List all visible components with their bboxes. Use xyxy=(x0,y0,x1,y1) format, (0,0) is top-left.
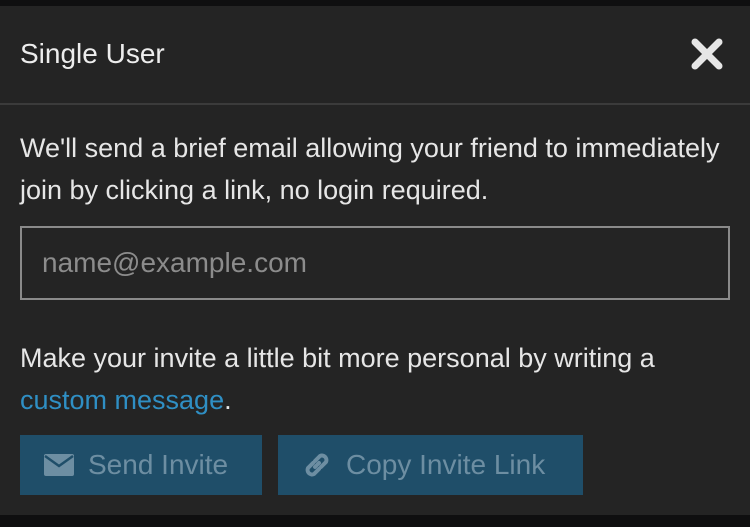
dialog-title: Single User xyxy=(20,38,165,69)
envelope-icon xyxy=(44,454,74,476)
invite-dialog: Single User We'll send a brief email all… xyxy=(0,6,750,515)
invite-description: We'll send a brief email allowing your f… xyxy=(20,133,720,205)
personalize-text-after: . xyxy=(224,385,232,415)
email-input[interactable] xyxy=(20,226,730,300)
personalize-text-before: Make your invite a little bit more perso… xyxy=(20,343,655,373)
dialog-header: Single User xyxy=(0,6,750,105)
close-icon[interactable] xyxy=(690,37,724,71)
send-invite-label: Send Invite xyxy=(88,449,229,480)
send-invite-button[interactable]: Send Invite xyxy=(20,435,262,495)
copy-invite-link-button[interactable]: Copy Invite Link xyxy=(278,435,583,495)
custom-message-link[interactable]: custom message xyxy=(20,385,224,415)
personalize-text: Make your invite a little bit more perso… xyxy=(20,337,740,421)
copy-invite-link-label: Copy Invite Link xyxy=(346,449,546,480)
link-icon xyxy=(302,450,332,480)
